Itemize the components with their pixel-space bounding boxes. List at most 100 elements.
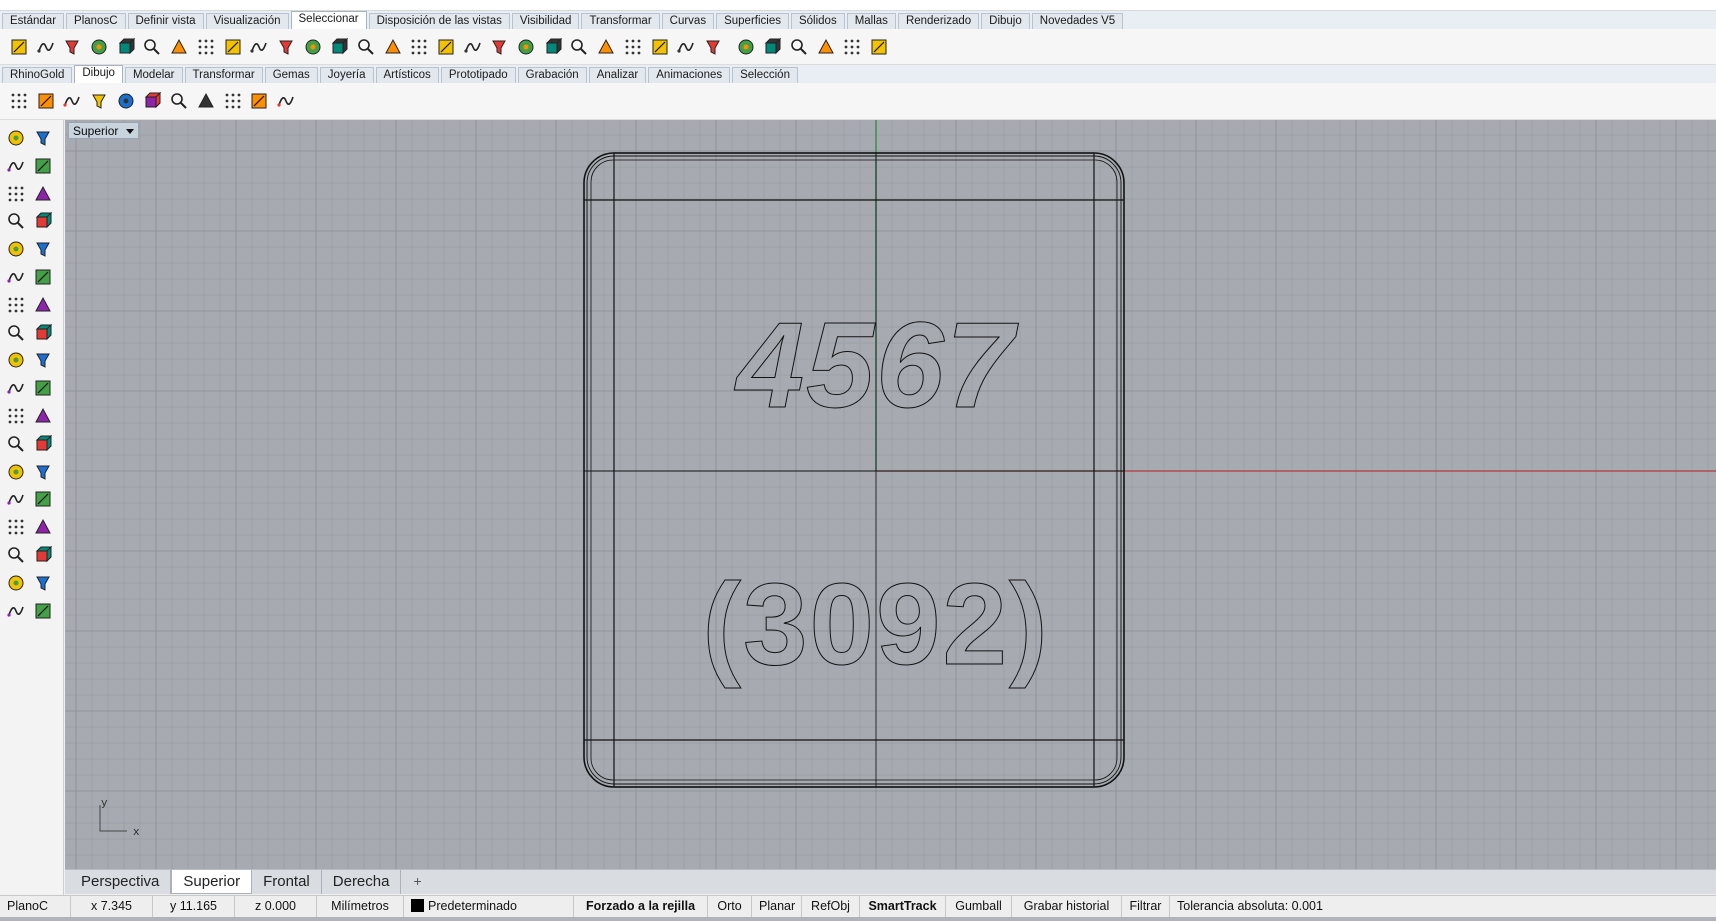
ribbon2-tab-6[interactable]: Artísticos [375,67,439,83]
ribbon2-tab-9[interactable]: Analizar [588,67,647,83]
ribbon2-tab-0[interactable]: RhinoGold [2,67,73,83]
select-color-icon[interactable] [222,36,244,58]
ribbon1-tab-8[interactable]: Curvas [661,13,715,29]
ribbon1-tab-4[interactable]: Seleccionar [290,11,367,29]
select-arrow-icon[interactable] [4,126,28,150]
select-big-icon[interactable] [735,36,757,58]
ribbon1-tab-12[interactable]: Renderizado [897,13,980,29]
status-grid-snap[interactable]: Forzado a la rejilla [574,895,708,918]
extract-icon[interactable] [4,515,28,539]
status-ortho[interactable]: Orto [708,895,752,918]
ribbon1-tab-7[interactable]: Transformar [581,13,660,29]
select-lights-icon[interactable] [141,36,163,58]
extrude-icon[interactable] [4,321,28,345]
select-layer-icon[interactable] [622,36,644,58]
select-text-icon[interactable] [435,36,457,58]
select-dims-icon[interactable] [408,36,430,58]
select-dup-icon[interactable] [675,36,697,58]
explode-icon[interactable] [31,348,55,372]
select-closed-icon[interactable] [542,36,564,58]
view-tab-1[interactable]: Superior [171,870,253,894]
viewport-top[interactable]: 4567 (3092) Superior y x [65,120,1716,869]
box-solid-icon[interactable] [4,293,28,317]
view-tab-3[interactable]: Derecha [322,870,402,894]
arc-icon[interactable] [4,209,28,233]
select-sweep-icon[interactable] [788,36,810,58]
polygon-icon[interactable] [4,237,28,261]
ribbon1-tab-11[interactable]: Mallas [846,13,896,29]
status-planar[interactable]: Planar [752,895,802,918]
circle-icon[interactable] [4,182,28,206]
ribbon1-tab-5[interactable]: Disposición de las vistas [368,13,510,29]
trim-icon[interactable] [31,376,55,400]
status-filter[interactable]: Filtrar [1122,895,1170,918]
molecule-icon[interactable] [115,90,137,112]
ribbon1-tab-6[interactable]: Visibilidad [511,13,580,29]
select-control-points-icon[interactable] [35,36,57,58]
text-object-icon[interactable] [4,460,28,484]
plane-surface-icon[interactable] [31,321,55,345]
select-hatches-icon[interactable] [382,36,404,58]
zoom-select-icon[interactable] [841,36,863,58]
view-tab-2[interactable]: Frontal [252,870,322,894]
select-curves-icon[interactable] [115,36,137,58]
scale-2d-icon[interactable] [31,460,55,484]
select-groups-icon[interactable] [462,36,484,58]
surface-patch-icon[interactable] [4,265,28,289]
ribbon1-tab-13[interactable]: Dibujo [981,13,1030,29]
sweep-icon[interactable] [31,265,55,289]
ribbon2-tab-7[interactable]: Prototipado [440,67,516,83]
ribbon2-tab-8[interactable]: Grabación [517,67,587,83]
check-icon[interactable] [31,571,55,595]
select-extrusions-icon[interactable] [328,36,350,58]
select-open-icon[interactable] [515,36,537,58]
fillet-curve-icon[interactable] [31,237,55,261]
move-icon[interactable] [4,404,28,428]
status-smarttrack[interactable]: SmartTrack [860,895,946,918]
viewport-title[interactable]: Superior [68,122,140,139]
select-blocks-icon[interactable] [195,36,217,58]
select-surfaces-icon[interactable] [61,36,83,58]
point-icon[interactable] [31,126,55,150]
ribbon1-tab-3[interactable]: Visualización [205,13,289,29]
text-abc-icon[interactable] [168,90,190,112]
gear-sparkle-icon[interactable] [248,90,270,112]
points-icon[interactable] [8,90,30,112]
select-polysurfaces-icon[interactable] [88,36,110,58]
dimension-icon[interactable] [31,515,55,539]
ribbon2-tab-1[interactable]: Dibujo [74,65,123,83]
status-layer[interactable]: Predeterminado [404,895,574,918]
rectangle-icon[interactable] [31,209,55,233]
select-points-icon[interactable] [8,36,30,58]
status-units[interactable]: Milímetros [317,895,404,918]
status-history[interactable]: Grabar historial [1012,895,1122,918]
ribbon1-tab-9[interactable]: Superficies [716,13,789,29]
ribbon2-tab-5[interactable]: Joyería [319,67,374,83]
render-cube-icon[interactable] [4,599,28,623]
ungroup-icon[interactable] [31,543,55,567]
ribbon2-tab-4[interactable]: Gemas [264,67,318,83]
ribbon1-tab-14[interactable]: Novedades V5 [1031,13,1124,29]
array-icon[interactable] [4,487,28,511]
mirror-icon[interactable] [31,487,55,511]
scale-icon[interactable] [31,432,55,456]
select-point-clouds-icon[interactable] [275,36,297,58]
status-gumball[interactable]: Gumball [946,895,1012,918]
ribbon2-tab-11[interactable]: Selección [732,67,798,83]
view-tab-0[interactable]: Perspectiva [70,870,172,894]
select-small-icon[interactable] [702,36,724,58]
ribbon2-tab-3[interactable]: Transformar [184,67,263,83]
select-brush-icon[interactable] [815,36,837,58]
ribbon1-tab-2[interactable]: Definir vista [127,13,204,29]
select-crv-icon[interactable] [595,36,617,58]
select-planar-icon[interactable] [568,36,590,58]
copy-icon[interactable] [31,404,55,428]
add-view-tab-button[interactable]: + [401,870,433,894]
select-points-cloud-icon[interactable] [302,36,324,58]
split-icon[interactable] [4,376,28,400]
select-render-icon[interactable] [488,36,510,58]
group-icon[interactable] [4,543,28,567]
select-bad-icon[interactable] [761,36,783,58]
gear-wrench-icon[interactable] [4,348,28,372]
select-meshes-icon[interactable] [248,36,270,58]
